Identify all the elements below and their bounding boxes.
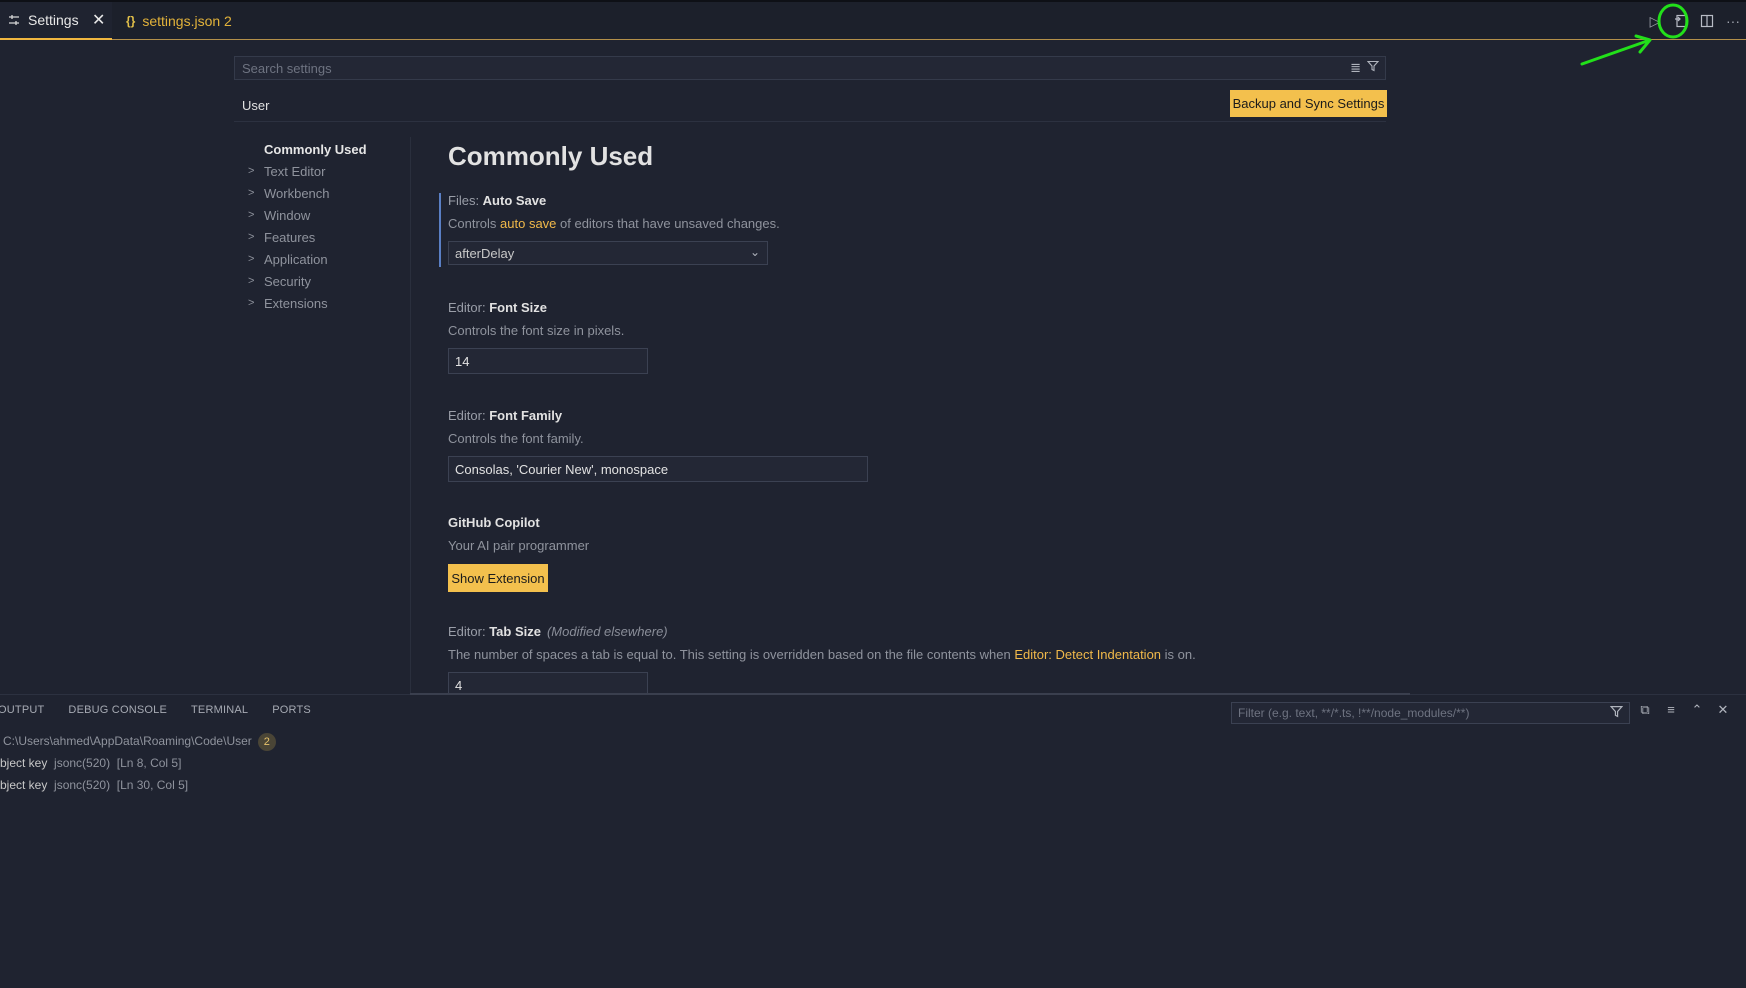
- setting-font-family: Editor: Font Family Controls the font fa…: [448, 408, 868, 482]
- modified-indicator: [439, 193, 441, 267]
- auto-save-select[interactable]: afterDelay ⌄: [448, 241, 768, 265]
- setting-github-copilot: GitHub Copilot Your AI pair programmer S…: [448, 515, 589, 592]
- filter-input[interactable]: [1238, 706, 1598, 720]
- tab-size-input[interactable]: 4: [448, 672, 648, 694]
- maximize-panel-icon[interactable]: ⌃: [1688, 702, 1706, 718]
- editor-actions: ▷ ···: [1642, 2, 1746, 40]
- close-panel-icon[interactable]: ✕: [1714, 702, 1732, 718]
- chevron-down-icon: ⌄: [749, 245, 760, 259]
- toc-item-workbench[interactable]: > Workbench: [248, 182, 408, 204]
- setting-description: Controls the font family.: [448, 431, 584, 446]
- view-as-list-icon[interactable]: ≡: [1662, 702, 1680, 718]
- panel-actions: ⧉ ≡ ⌃ ✕: [1636, 702, 1732, 718]
- toc-item-commonly-used[interactable]: Commonly Used: [248, 138, 408, 160]
- search-input[interactable]: [242, 60, 1322, 76]
- tab-output[interactable]: OUTPUT: [0, 704, 44, 716]
- problems-filter: [1231, 702, 1630, 724]
- editor-tab-bar: Settings ✕ {} settings.json 2 ▷ ···: [0, 0, 1746, 40]
- panel-sash[interactable]: [410, 693, 1410, 695]
- settings-search: ≣: [234, 56, 1386, 80]
- setting-auto-save: Files: Auto Save Controls auto save of e…: [448, 193, 780, 265]
- chevron-right-icon: >: [248, 297, 255, 309]
- filter-icon[interactable]: [1366, 60, 1380, 76]
- detect-indentation-link[interactable]: Editor: Detect Indentation: [1014, 647, 1161, 662]
- open-settings-json-icon[interactable]: [1668, 8, 1694, 34]
- clear-filter-icon[interactable]: ≣: [1350, 60, 1361, 76]
- toc-divider: [410, 137, 411, 693]
- chevron-right-icon: >: [248, 231, 255, 243]
- tab-terminal[interactable]: TERMINAL: [191, 704, 248, 716]
- setting-font-size: Editor: Font Size Controls the font size…: [448, 300, 648, 374]
- auto-save-link[interactable]: auto save: [500, 216, 556, 231]
- problem-row[interactable]: bject key jsonc(520) [Ln 8, Col 5]: [0, 756, 181, 770]
- run-icon[interactable]: ▷: [1642, 8, 1668, 34]
- setting-title: Files: Auto Save: [448, 193, 547, 208]
- tab-user-scope[interactable]: User: [234, 96, 276, 122]
- setting-tab-size: Editor: Tab Size (Modified elsewhere) The…: [448, 624, 1348, 694]
- setting-description: Controls the font size in pixels.: [448, 323, 625, 338]
- close-icon[interactable]: ✕: [92, 10, 105, 30]
- problem-file-row[interactable]: C:\Users\ahmed\AppData\Roaming\Code\User…: [3, 733, 276, 751]
- annotation-arrow: [1580, 34, 1652, 66]
- backup-sync-button[interactable]: Backup and Sync Settings: [1230, 90, 1387, 117]
- collapse-all-icon[interactable]: ⧉: [1636, 702, 1654, 718]
- settings-toc: Commonly Used > Text Editor > Workbench > W…: [248, 138, 408, 314]
- tab-label: Settings: [28, 12, 79, 28]
- panel-tabs: OUTPUT DEBUG CONSOLE TERMINAL PORTS: [0, 704, 335, 716]
- chevron-right-icon: >: [248, 165, 255, 177]
- tab-settings-json[interactable]: {} settings.json 2: [126, 2, 246, 40]
- toc-item-window[interactable]: > Window: [248, 204, 408, 226]
- toc-item-security[interactable]: > Security: [248, 270, 408, 292]
- setting-title: Editor: Font Size: [448, 300, 547, 315]
- chevron-right-icon: >: [248, 187, 255, 199]
- tab-ports[interactable]: PORTS: [272, 704, 311, 716]
- file-path: C:\Users\ahmed\AppData\Roaming\Code\User: [3, 734, 252, 748]
- font-size-input[interactable]: 14: [448, 348, 648, 374]
- setting-description: Your AI pair programmer: [448, 538, 590, 553]
- toc-item-text-editor[interactable]: > Text Editor: [248, 160, 408, 182]
- setting-title: Editor: Font Family: [448, 408, 563, 423]
- show-extension-button[interactable]: Show Extension: [448, 564, 548, 592]
- tab-debug-console[interactable]: DEBUG CONSOLE: [68, 704, 167, 716]
- setting-description: The number of spaces a tab is equal to. …: [448, 647, 1196, 662]
- split-editor-icon[interactable]: [1694, 8, 1720, 34]
- toc-item-application[interactable]: > Application: [248, 248, 408, 270]
- filter-icon[interactable]: [1609, 705, 1624, 721]
- settings-icon: [9, 15, 19, 25]
- more-actions-icon[interactable]: ···: [1720, 8, 1746, 34]
- json-braces-icon: {}: [126, 14, 136, 28]
- setting-description: Controls auto save of editors that have …: [448, 216, 780, 231]
- chevron-right-icon: >: [248, 275, 255, 287]
- setting-title: GitHub Copilot: [448, 515, 540, 530]
- chevron-right-icon: >: [248, 253, 255, 265]
- tab-settings[interactable]: Settings ✕: [0, 2, 112, 40]
- vscode-window: Settings ✕ {} settings.json 2 ▷ ··· ≣ U: [0, 0, 1746, 988]
- modified-elsewhere-label: (Modified elsewhere): [546, 624, 668, 639]
- toc-item-features[interactable]: > Features: [248, 226, 408, 248]
- section-title: Commonly Used: [448, 141, 654, 171]
- setting-title: Editor: Tab Size (Modified elsewhere): [448, 624, 668, 639]
- scope-tabs-divider: [234, 121, 1386, 122]
- chevron-right-icon: >: [248, 209, 255, 221]
- problem-row[interactable]: bject key jsonc(520) [Ln 30, Col 5]: [0, 778, 188, 792]
- tab-label: settings.json 2: [142, 13, 232, 29]
- problem-count-badge: 2: [257, 733, 276, 751]
- toc-item-extensions[interactable]: > Extensions: [248, 292, 408, 314]
- font-family-input[interactable]: Consolas, 'Courier New', monospace: [448, 456, 868, 482]
